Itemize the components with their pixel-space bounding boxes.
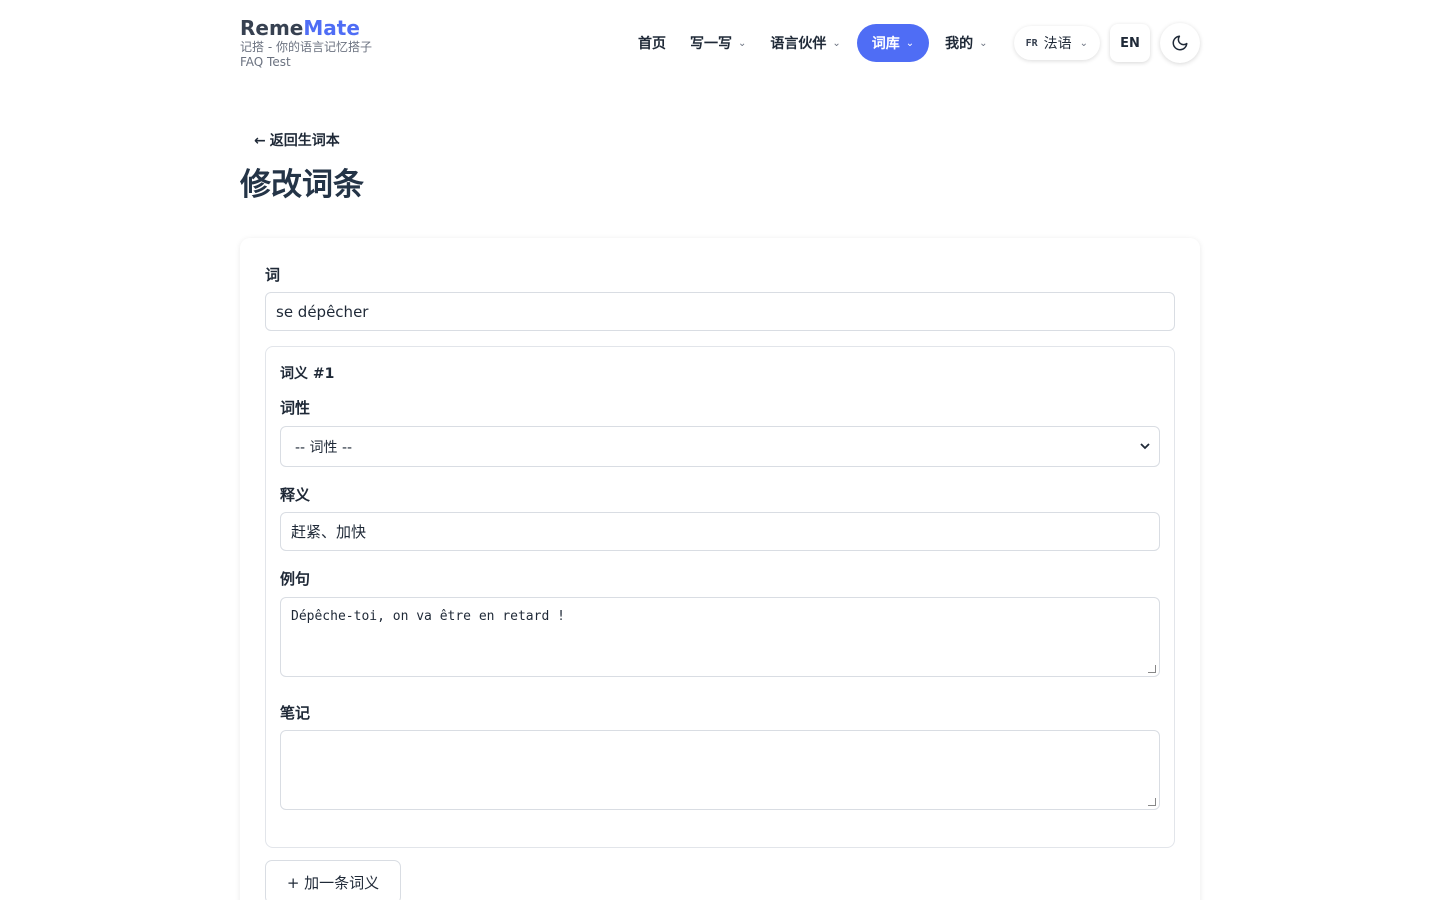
page-title: 修改词条 [240,167,364,203]
brand[interactable]: RemeMate 记搭 - 你的语言记忆搭子 FAQ Test [240,16,372,70]
nav-lexicon[interactable]: 词库 ⌄ [856,24,930,62]
example-textarea-value: Dépêche-toi, on va être en retard ! [291,609,565,624]
ui-language-label: EN [1120,35,1140,51]
target-language-selector[interactable]: FR 法语 ⌄ [1013,26,1100,60]
main-nav: 首页 写一写 ⌄ 语言伙伴 ⌄ 词库 ⌄ 我的 ⌄ FR 法语 ⌄ EN [626,23,1200,63]
nav-language-partner[interactable]: 语言伙伴 ⌄ [758,24,852,62]
chevron-down-icon: ⌄ [738,37,747,49]
definition-input-value: 赶紧、加快 [291,523,367,541]
resize-handle-icon[interactable] [1148,665,1156,673]
nav-home-label: 首页 [638,36,666,52]
theme-toggle-button[interactable] [1160,23,1200,63]
back-link-label: 返回生词本 [269,133,340,149]
brand-logo: RemeMate [240,16,372,40]
notes-textarea[interactable] [280,730,1160,810]
current-user-name: FAQ Test [240,55,291,69]
nav-home[interactable]: 首页 [626,24,678,62]
brand-name-part1: Reme [240,16,304,40]
resize-handle-icon[interactable] [1148,798,1156,806]
language-code: FR [1025,37,1038,49]
chevron-down-icon: ⌄ [905,37,915,49]
pos-select[interactable]: -- 词性 -- [280,426,1160,467]
sense-block: 词义 #1 词性 -- 词性 -- 释义 赶紧、加快 例句 Dépêche-to… [265,346,1175,848]
brand-name-part2: Mate [303,16,360,40]
word-label: 词 [265,266,281,284]
header: RemeMate 记搭 - 你的语言记忆搭子 FAQ Test 首页 写一写 ⌄ … [240,16,1200,72]
moon-icon [1172,35,1188,51]
pos-label: 词性 [280,399,311,417]
chevron-down-icon: ⌄ [1079,37,1088,49]
word-input[interactable]: se dépêcher [265,292,1175,331]
example-label: 例句 [280,570,311,588]
back-to-wordbook-link[interactable]: ← 返回生词本 [254,130,340,150]
definition-input[interactable]: 赶紧、加快 [280,512,1160,551]
chevron-down-icon: ⌄ [979,37,988,49]
language-name: 法语 [1043,36,1072,52]
add-sense-button[interactable]: + 加一条词义 [265,860,401,900]
nav-mine-label: 我的 [945,36,974,52]
arrow-left-icon: ← [254,133,266,149]
nav-write[interactable]: 写一写 ⌄ [678,24,758,62]
edit-entry-form: 词 se dépêcher 词义 #1 词性 -- 词性 -- 释义 赶紧、加快… [240,238,1200,900]
definition-label: 释义 [280,486,311,504]
nav-lexicon-label: 词库 [871,36,900,52]
nav-write-label: 写一写 [690,36,732,52]
pos-select-value: -- 词性 -- [295,439,353,456]
nav-partner-label: 语言伙伴 [770,36,827,52]
word-input-value: se dépêcher [276,302,369,321]
chevron-down-icon: ⌄ [832,37,841,49]
sense-heading: 词义 #1 [280,366,335,382]
add-sense-label: + 加一条词义 [286,873,380,892]
nav-mine[interactable]: 我的 ⌄ [933,24,999,62]
example-textarea[interactable]: Dépêche-toi, on va être en retard ! [280,597,1160,677]
notes-label: 笔记 [280,704,311,722]
ui-language-button[interactable]: EN [1110,24,1150,62]
brand-tagline: 记搭 - 你的语言记忆搭子 [240,40,372,54]
chevron-down-icon [1139,440,1151,455]
